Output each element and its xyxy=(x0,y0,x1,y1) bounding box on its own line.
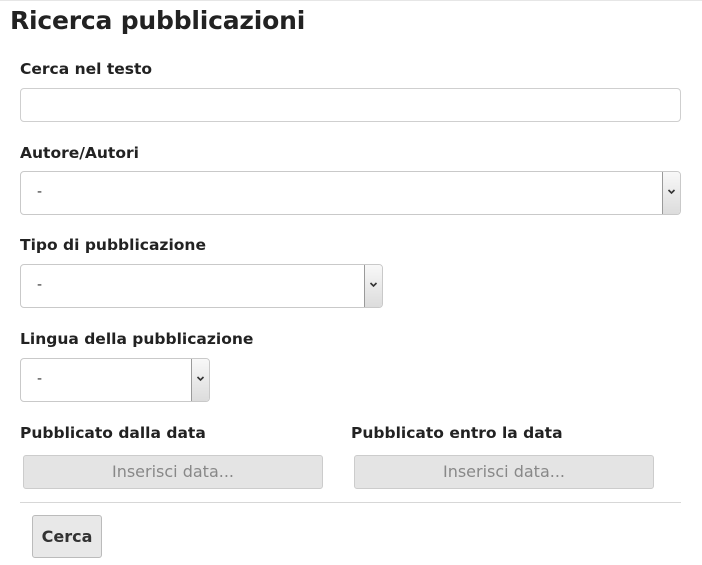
search-button[interactable]: Cerca xyxy=(32,515,102,558)
pub-type-select[interactable]: - xyxy=(20,264,383,308)
form-divider xyxy=(20,502,681,503)
text-search-input[interactable] xyxy=(20,88,681,122)
text-search-label: Cerca nel testo xyxy=(20,60,153,78)
date-to-button[interactable]: Inserisci data... xyxy=(354,455,654,489)
authors-select[interactable]: - xyxy=(20,171,681,215)
pub-type-label: Tipo di pubblicazione xyxy=(20,236,206,254)
pub-language-select[interactable]: - xyxy=(20,358,210,402)
top-border xyxy=(0,0,702,1)
date-from-label: Pubblicato dalla data xyxy=(20,424,206,442)
chevron-down-icon xyxy=(364,265,382,307)
pub-language-selected-value: - xyxy=(37,371,43,387)
authors-label: Autore/Autori xyxy=(20,144,139,162)
chevron-down-icon xyxy=(191,359,209,401)
pub-language-label: Lingua della pubblicazione xyxy=(20,330,254,348)
pub-type-selected-value: - xyxy=(37,277,43,293)
date-to-label: Pubblicato entro la data xyxy=(351,424,563,442)
chevron-down-icon xyxy=(662,172,680,214)
date-from-button[interactable]: Inserisci data... xyxy=(23,455,323,489)
authors-selected-value: - xyxy=(37,184,43,200)
page-title: Ricerca pubblicazioni xyxy=(10,6,306,35)
